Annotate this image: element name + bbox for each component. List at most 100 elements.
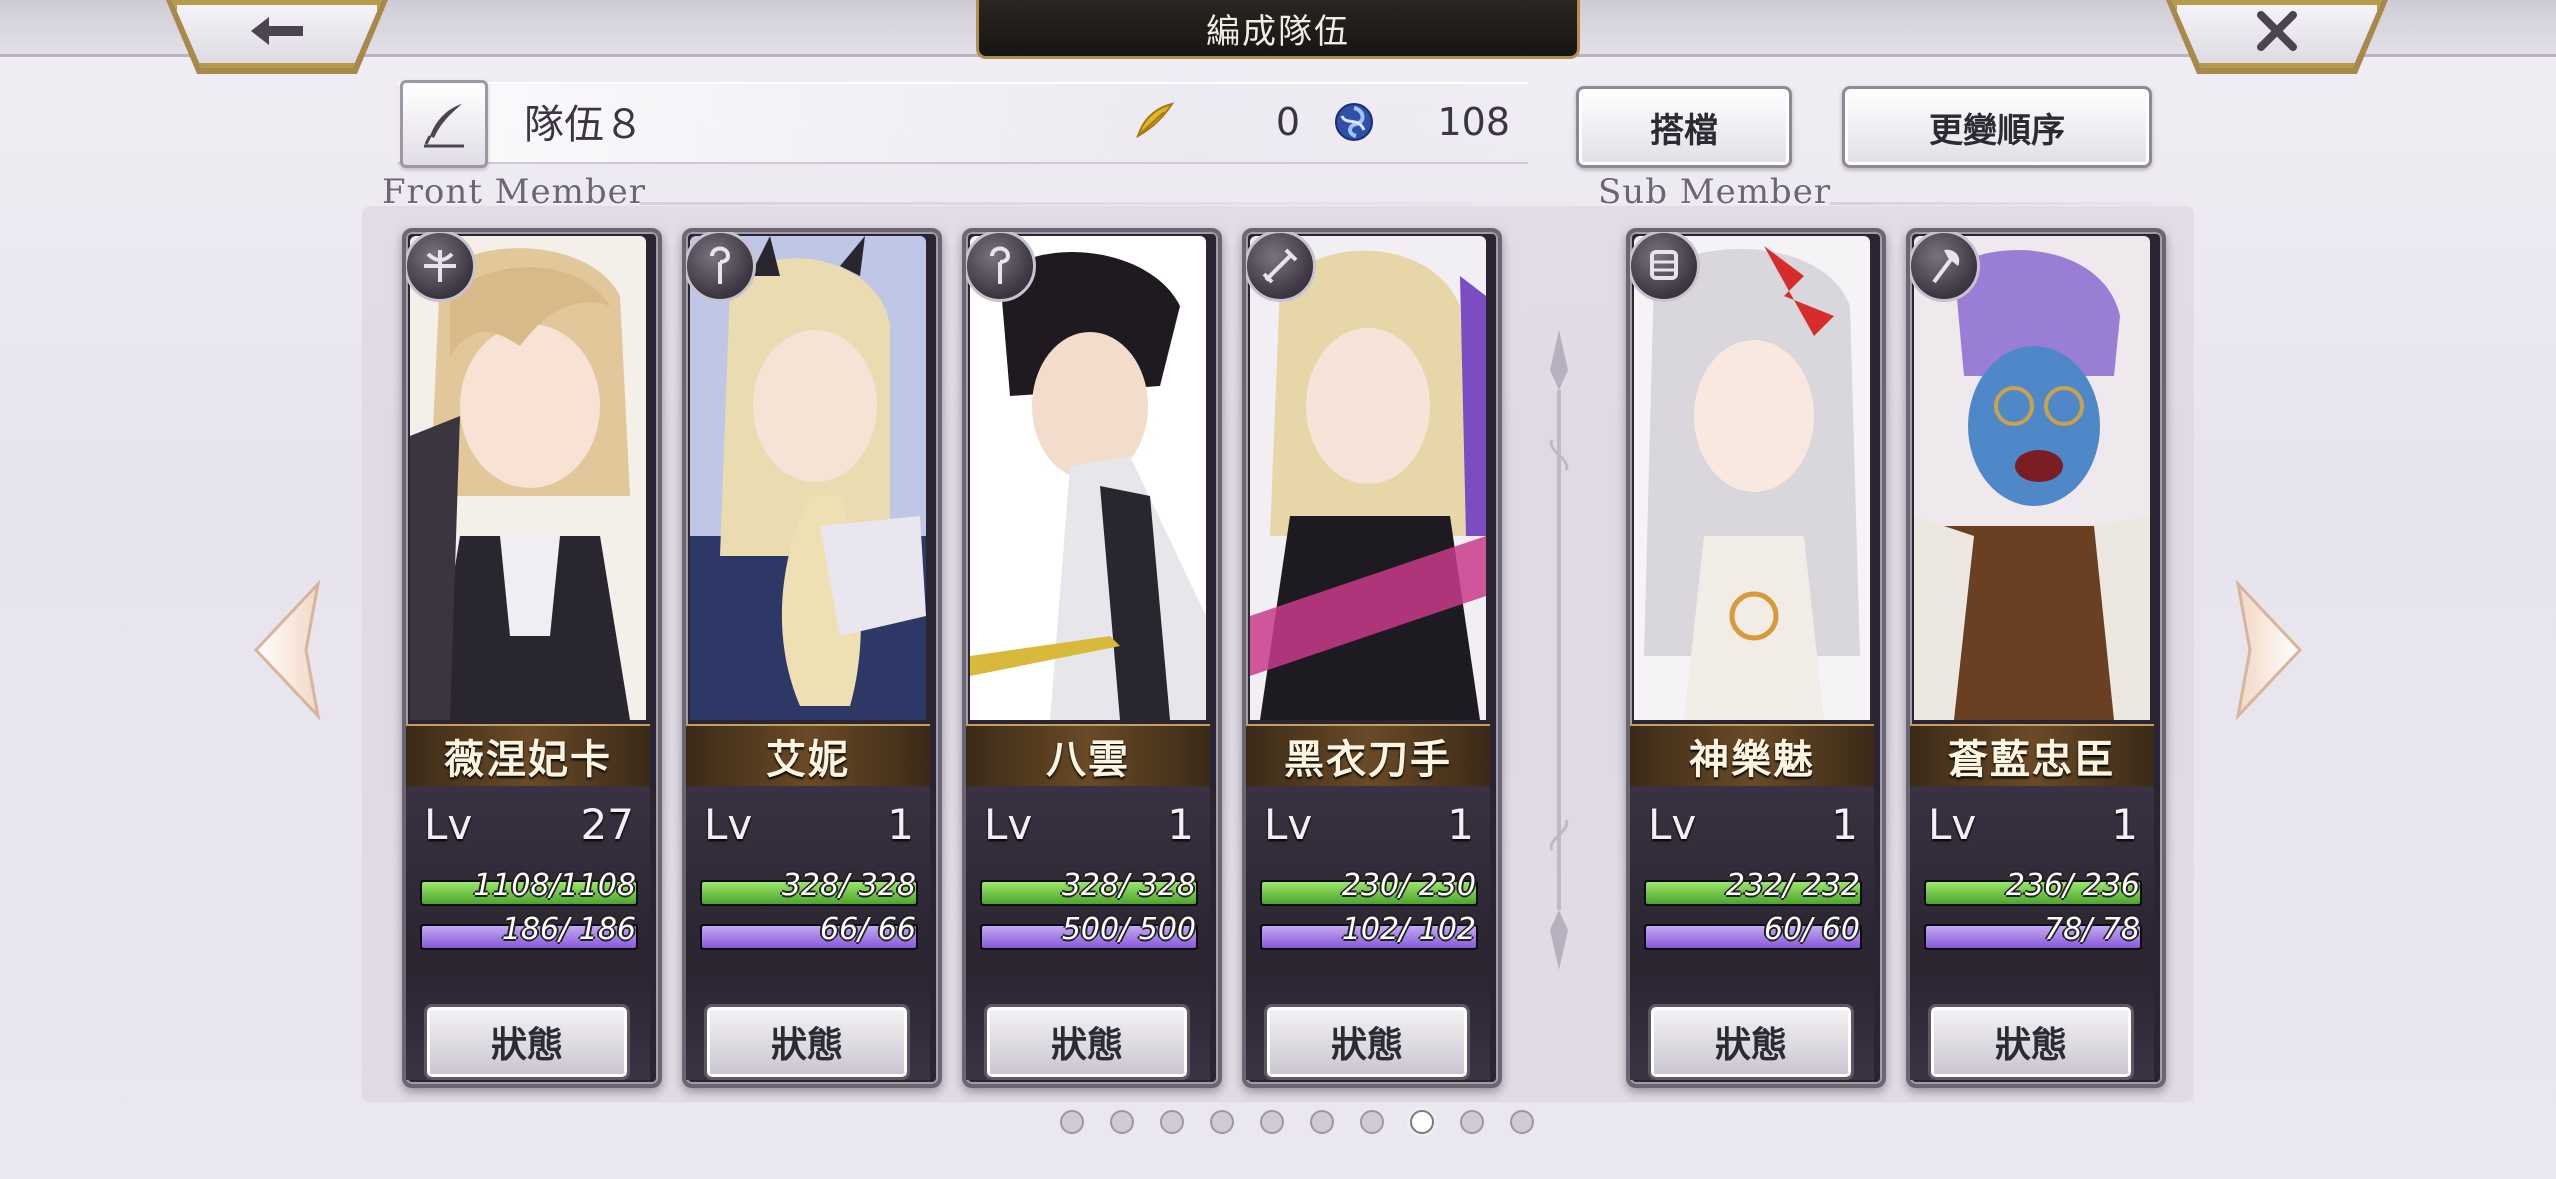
gauntlet-icon [1630,232,1700,302]
character-name: 八雲 [966,724,1210,788]
close-button[interactable] [2172,0,2382,68]
member-card[interactable]: 艾妮 Lv 1 328/ 328 66/ 66 狀態 [682,228,942,1088]
hp-value: 232/ 232 [1725,868,1860,903]
status-button[interactable]: 狀態 [1928,1004,2134,1080]
page-dot[interactable] [1460,1110,1484,1134]
hp-value: 1108/1108 [473,868,636,903]
quill-pen-icon [424,104,464,148]
status-button[interactable]: 狀態 [1648,1004,1854,1080]
sp-value: 186/ 186 [501,912,636,947]
hp-bar: 230/ 230 [1260,868,1478,906]
staff-icon [686,232,756,302]
character-name: 薇涅妃卡 [406,724,650,788]
gem-count: 108 [1437,100,1510,144]
page-dot[interactable] [1110,1110,1134,1134]
character-portrait [1914,236,2150,720]
hp-value: 230/ 230 [1341,868,1476,903]
stats-area: Lv 1 232/ 232 60/ 60 狀態 [1630,786,1874,1080]
level-label: Lv [1648,800,1697,849]
hp-value: 236/ 236 [2005,868,2140,903]
member-card[interactable]: 神樂魅 Lv 1 232/ 232 60/ 60 狀態 [1626,228,1886,1088]
hp-bar: 1108/1108 [420,868,638,906]
team-name: 隊伍８ [524,102,644,148]
member-card[interactable]: 薇涅妃卡 Lv 27 1108/1108 186/ 186 狀態 [402,228,662,1088]
partner-button[interactable]: 搭檔 [1576,86,1792,168]
status-button[interactable]: 狀態 [1264,1004,1470,1080]
page-dot[interactable] [1410,1110,1434,1134]
hp-value: 328/ 328 [1061,868,1196,903]
level-label: Lv [424,800,473,849]
hp-bar: 232/ 232 [1644,868,1862,906]
level-value: 1 [1167,800,1194,849]
next-page-arrow-icon[interactable] [2228,580,2308,720]
close-icon [2257,11,2297,51]
crossbow-icon [406,232,476,302]
level-value: 1 [1447,800,1474,849]
hp-bar: 328/ 328 [700,868,918,906]
sp-bar: 78/ 78 [1924,912,2142,950]
page-dot[interactable] [1310,1110,1334,1134]
sp-bar: 186/ 186 [420,912,638,950]
stats-area: Lv 1 230/ 230 102/ 102 狀態 [1246,786,1490,1080]
level-value: 1 [1831,800,1858,849]
previous-page-arrow-icon[interactable] [248,580,328,720]
character-name: 艾妮 [686,724,930,788]
character-portrait [410,236,646,720]
page-dot[interactable] [1160,1110,1184,1134]
sp-value: 102/ 102 [1341,912,1476,947]
sp-value: 78/ 78 [2044,912,2140,947]
page-dot[interactable] [1510,1110,1534,1134]
character-name: 神樂魅 [1630,724,1874,788]
front-member-label: Front Member [382,172,646,212]
sp-value: 60/ 60 [1764,912,1860,947]
level-label: Lv [1264,800,1313,849]
change-order-button[interactable]: 更變順序 [1842,86,2152,168]
sp-value: 66/ 66 [820,912,916,947]
character-portrait [1250,236,1486,720]
member-card[interactable]: 蒼藍忠臣 Lv 1 236/ 236 78/ 78 狀態 [1906,228,2166,1088]
character-portrait [1634,236,1870,720]
stats-area: Lv 1 236/ 236 78/ 78 狀態 [1910,786,2154,1080]
axe-icon [1910,232,1980,302]
edit-team-name-button[interactable] [400,80,488,168]
sword-icon [1246,232,1316,302]
level-value: 1 [887,800,914,849]
member-card[interactable]: 黑衣刀手 Lv 1 230/ 230 102/ 102 狀態 [1242,228,1502,1088]
front-divider-line [640,202,1570,205]
feather-icon [1136,102,1175,139]
hp-bar: 236/ 236 [1924,868,2142,906]
sp-value: 500/ 500 [1061,912,1196,947]
sp-bar: 102/ 102 [1260,912,1478,950]
stats-area: Lv 1 328/ 328 66/ 66 狀態 [686,786,930,1080]
character-name: 蒼藍忠臣 [1910,724,2154,788]
status-button[interactable]: 狀態 [984,1004,1190,1080]
page-dot[interactable] [1260,1110,1284,1134]
page-title: 編成隊伍 [976,0,1580,59]
character-portrait [690,236,926,720]
back-button[interactable] [172,0,382,68]
level-value: 27 [580,800,634,849]
status-button[interactable]: 狀態 [704,1004,910,1080]
level-label: Lv [1928,800,1977,849]
sp-bar: 66/ 66 [700,912,918,950]
sp-bar: 500/ 500 [980,912,1198,950]
stats-area: Lv 1 328/ 328 500/ 500 狀態 [966,786,1210,1080]
sp-bar: 60/ 60 [1644,912,1862,950]
member-card[interactable]: 八雲 Lv 1 328/ 328 500/ 500 狀態 [962,228,1222,1088]
sub-member-label: Sub Member [1598,172,1832,212]
status-button[interactable]: 狀態 [424,1004,630,1080]
level-label: Lv [704,800,753,849]
level-value: 1 [2111,800,2138,849]
page-dot[interactable] [1060,1110,1084,1134]
character-name: 黑衣刀手 [1246,724,1490,788]
page-dot[interactable] [1360,1110,1384,1134]
feather-count: 0 [1275,100,1300,144]
back-arrow-icon [251,17,303,45]
page-dot[interactable] [1210,1110,1234,1134]
hp-value: 328/ 328 [781,868,916,903]
level-label: Lv [984,800,1033,849]
stats-area: Lv 27 1108/1108 186/ 186 狀態 [406,786,650,1080]
ornamental-divider [1549,330,1569,970]
swirl-gem-icon [1335,103,1373,141]
sub-divider-line [1830,202,2190,205]
